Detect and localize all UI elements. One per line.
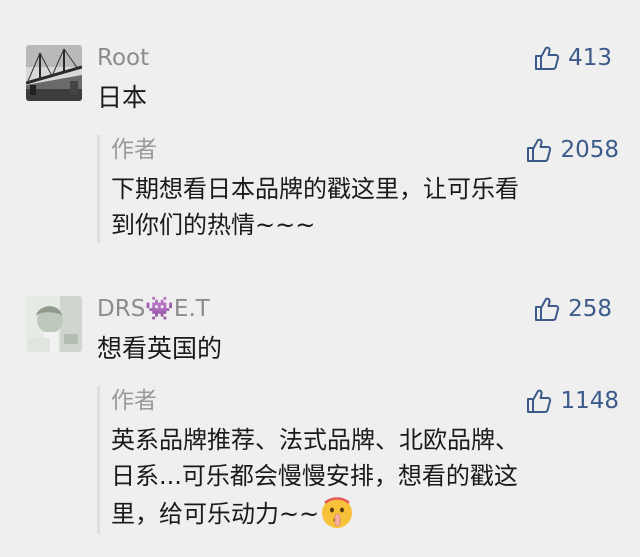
- like-count: 413: [568, 45, 612, 71]
- reply-text-line: 日系...可乐都会慢慢安排，想看的戳这: [111, 462, 518, 490]
- author-reply: 作者 2058 下期想看日本品牌的戳这里，让可乐看 到你们的热情~~~: [97, 135, 619, 243]
- like-button[interactable]: 413: [534, 43, 612, 73]
- thumbs-up-icon: [526, 388, 552, 414]
- like-count: 258: [568, 296, 612, 322]
- like-button[interactable]: 258: [534, 294, 612, 324]
- reply-text-line: 下期想看日本品牌的戳这里，让可乐看: [111, 175, 519, 203]
- reply-text-line-content: 里，给可乐动力~~: [111, 500, 320, 528]
- comment-text: 想看英国的: [97, 334, 223, 363]
- shushing-face-emoji: [319, 494, 355, 530]
- reply-text: 下期想看日本品牌的戳这里，让可乐看 到你们的热情~~~: [111, 171, 611, 243]
- author-reply: 作者 1148 英系品牌推荐、法式品牌、北欧品牌、 日系...可乐都会慢慢安排，…: [97, 386, 619, 534]
- avatar[interactable]: [26, 45, 82, 101]
- reply-text-line: 英系品牌推荐、法式品牌、北欧品牌、: [111, 426, 519, 454]
- thumbs-up-icon: [526, 137, 552, 163]
- thumbs-up-icon: [534, 296, 560, 322]
- like-count: 1148: [560, 388, 619, 414]
- reply-author-label: 作者: [111, 388, 157, 414]
- like-button[interactable]: 1148: [526, 386, 619, 416]
- reply-text-line: 到你们的热情~~~: [111, 211, 316, 239]
- like-button[interactable]: 2058: [526, 135, 619, 165]
- reply-text-line: 里，给可乐动力~~: [111, 494, 611, 532]
- comment-text: 日本: [97, 83, 148, 112]
- like-count: 2058: [560, 137, 619, 163]
- username[interactable]: DRS👾E.T: [97, 294, 210, 324]
- reply-text: 英系品牌推荐、法式品牌、北欧品牌、 日系...可乐都会慢慢安排，想看的戳这 里，…: [111, 422, 611, 532]
- reply-author-label: 作者: [111, 137, 157, 163]
- username[interactable]: Root: [97, 43, 149, 73]
- avatar[interactable]: [26, 296, 82, 352]
- thumbs-up-icon: [534, 45, 560, 71]
